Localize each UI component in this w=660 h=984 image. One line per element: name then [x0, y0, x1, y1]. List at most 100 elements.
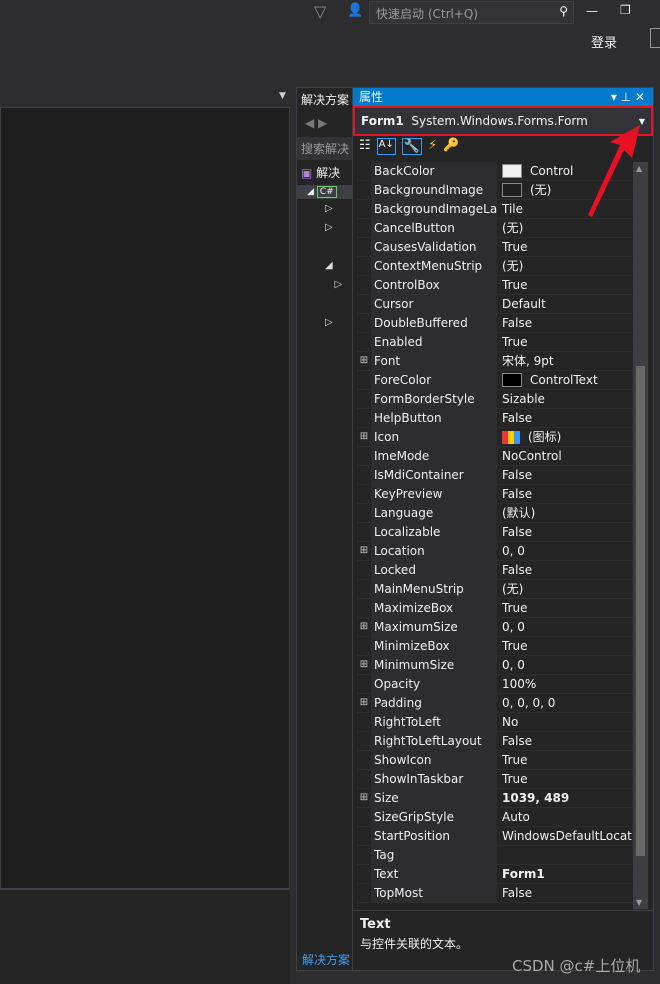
property-row[interactable]: DoubleBuffered False	[357, 314, 633, 333]
property-row[interactable]: MinimizeBox True	[357, 637, 633, 656]
properties-icon[interactable]: 🔧	[401, 138, 423, 155]
property-row[interactable]: Localizable False	[357, 523, 633, 542]
property-row[interactable]: Cursor Default	[357, 295, 633, 314]
property-row[interactable]: ⊞ Font 宋体, 9pt	[357, 352, 633, 371]
property-value[interactable]: True	[498, 238, 633, 256]
expand-icon[interactable]: ⊞	[357, 542, 371, 560]
property-value[interactable]: False	[498, 466, 633, 484]
property-value[interactable]: False	[498, 314, 633, 332]
property-value[interactable]: True	[498, 599, 633, 617]
events-icon[interactable]: ⚡	[428, 138, 437, 155]
property-row[interactable]: SizeGripStyle Auto	[357, 808, 633, 827]
quick-launch-input[interactable]: 快速启动 (Ctrl+Q) ⚲	[369, 1, 574, 24]
property-row[interactable]: ShowInTaskbar True	[357, 770, 633, 789]
property-value[interactable]: True	[498, 751, 633, 769]
property-value[interactable]: False	[498, 523, 633, 541]
solution-explorer-tab[interactable]: 解决方案	[302, 951, 350, 968]
property-value[interactable]: 1039, 489	[498, 789, 633, 807]
filter-icon[interactable]: ▽	[314, 2, 326, 21]
property-value[interactable]	[498, 846, 633, 864]
property-row[interactable]: CancelButton (无)	[357, 219, 633, 238]
property-value[interactable]: False	[498, 884, 633, 902]
property-pages-icon[interactable]: 🔑	[443, 138, 459, 155]
property-value[interactable]: Default	[498, 295, 633, 313]
property-row[interactable]: ForeColor ControlText	[357, 371, 633, 390]
property-value[interactable]: True	[498, 276, 633, 294]
project-node[interactable]: ◢ C#	[297, 185, 353, 199]
property-row[interactable]: Text Form1	[357, 865, 633, 884]
dropdown-icon[interactable]: ▼	[279, 91, 286, 101]
expand-icon[interactable]: ⊞	[357, 789, 371, 807]
property-value[interactable]: 0, 0	[498, 656, 633, 674]
property-row[interactable]: HelpButton False	[357, 409, 633, 428]
expand-icon[interactable]: ⊞	[357, 694, 371, 712]
nav-buttons[interactable]: ◀ ▶	[297, 111, 353, 135]
property-row[interactable]: CausesValidation True	[357, 238, 633, 257]
property-row[interactable]: RightToLeftLayout False	[357, 732, 633, 751]
property-row[interactable]: Enabled True	[357, 333, 633, 352]
property-value[interactable]: (无)	[498, 580, 633, 598]
expand-icon[interactable]: ⊞	[357, 428, 371, 446]
property-row[interactable]: MaximizeBox True	[357, 599, 633, 618]
property-row[interactable]: Locked False	[357, 561, 633, 580]
property-value[interactable]: True	[498, 333, 633, 351]
property-value[interactable]: True	[498, 770, 633, 788]
property-value[interactable]: (无)	[498, 219, 633, 237]
property-row[interactable]: ⊞ Padding 0, 0, 0, 0	[357, 694, 633, 713]
property-row[interactable]: ControlBox True	[357, 276, 633, 295]
property-value[interactable]: True	[498, 637, 633, 655]
property-row[interactable]: MainMenuStrip (无)	[357, 580, 633, 599]
property-row[interactable]: Tag	[357, 846, 633, 865]
property-value[interactable]: 宋体, 9pt	[498, 352, 633, 370]
panel-controls[interactable]: ▾ ⊥ ✕	[611, 88, 645, 106]
property-row[interactable]: StartPosition WindowsDefaultLocation	[357, 827, 633, 846]
property-value[interactable]: 0, 0	[498, 618, 633, 636]
property-value[interactable]: NoControl	[498, 447, 633, 465]
restore-button[interactable]: ❐	[620, 3, 631, 17]
property-value[interactable]: 100%	[498, 675, 633, 693]
property-value[interactable]: No	[498, 713, 633, 731]
property-value[interactable]: (图标)	[498, 428, 633, 446]
expand-icon[interactable]: ⊞	[357, 352, 371, 370]
property-value[interactable]: ControlText	[498, 371, 633, 389]
property-value[interactable]: 0, 0, 0, 0	[498, 694, 633, 712]
property-row[interactable]: ShowIcon True	[357, 751, 633, 770]
expand-icon[interactable]: ⊞	[357, 618, 371, 636]
property-row[interactable]: Opacity 100%	[357, 675, 633, 694]
property-value[interactable]: Auto	[498, 808, 633, 826]
property-row[interactable]: FormBorderStyle Sizable	[357, 390, 633, 409]
tree-expanders[interactable]: ▷ ▷ ◢ ▷ ▷	[297, 199, 353, 332]
solution-explorer-title[interactable]: 解决方案	[297, 88, 353, 111]
login-link[interactable]: 登录	[591, 32, 617, 51]
property-row[interactable]: ImeMode NoControl	[357, 447, 633, 466]
editor-area[interactable]	[0, 107, 290, 889]
scrollbar-thumb[interactable]	[636, 366, 645, 856]
property-value[interactable]: False	[498, 409, 633, 427]
categorized-icon[interactable]: ☷	[359, 138, 371, 155]
property-row[interactable]: ContextMenuStrip (无)	[357, 257, 633, 276]
property-row[interactable]: ⊞ Icon (图标)	[357, 428, 633, 447]
expand-icon[interactable]: ⊞	[357, 656, 371, 674]
property-row[interactable]: KeyPreview False	[357, 485, 633, 504]
property-row[interactable]: ⊞ MinimumSize 0, 0	[357, 656, 633, 675]
property-value[interactable]: (无)	[498, 257, 633, 275]
property-row[interactable]: ⊞ MaximumSize 0, 0	[357, 618, 633, 637]
property-row[interactable]: Language (默认)	[357, 504, 633, 523]
feedback-icon[interactable]: 👤	[347, 3, 363, 18]
property-row[interactable]: TopMost False	[357, 884, 633, 903]
property-value[interactable]: False	[498, 485, 633, 503]
property-row[interactable]: ⊞ Location 0, 0	[357, 542, 633, 561]
property-value[interactable]: False	[498, 561, 633, 579]
property-value[interactable]: Form1	[498, 865, 633, 883]
solution-root[interactable]: ▣ 解决	[297, 160, 353, 185]
property-value[interactable]: WindowsDefaultLocation	[498, 827, 633, 845]
property-value[interactable]: 0, 0	[498, 542, 633, 560]
property-row[interactable]: RightToLeft No	[357, 713, 633, 732]
property-row[interactable]: IsMdiContainer False	[357, 466, 633, 485]
alphabetical-icon[interactable]: A↓	[376, 138, 396, 155]
property-value[interactable]: Sizable	[498, 390, 633, 408]
minimize-button[interactable]: —	[586, 4, 598, 18]
property-row[interactable]: ⊞ Size 1039, 489	[357, 789, 633, 808]
property-value[interactable]: (默认)	[498, 504, 633, 522]
account-icon[interactable]	[650, 28, 660, 48]
